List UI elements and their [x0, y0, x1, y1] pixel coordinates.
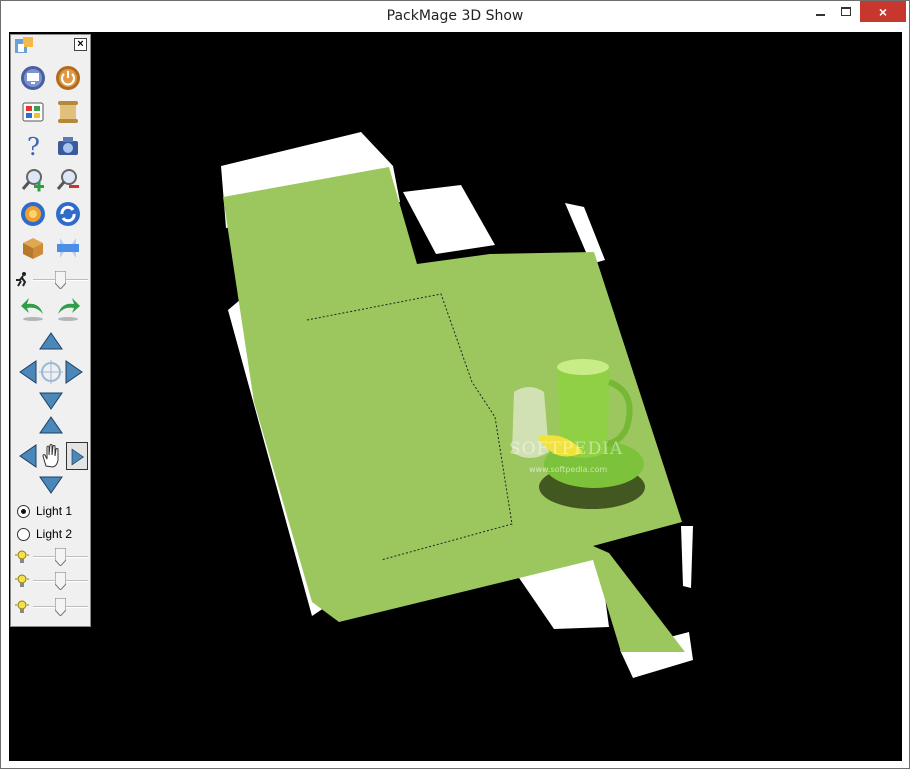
pan-right-icon [71, 448, 85, 466]
hand-tool-button[interactable] [37, 442, 65, 470]
runner-icon [16, 272, 27, 287]
hand-icon [42, 444, 59, 468]
app-window: PackMage 3D Show × SOFTPEDIA www.softped… [0, 0, 910, 769]
zoom-in-tool-button[interactable] [19, 166, 47, 194]
bulb-icon [15, 550, 29, 563]
help-tool-icon: ? [27, 133, 40, 161]
close-button[interactable]: × [860, 1, 906, 22]
bulb-icon [15, 574, 29, 587]
watermark-text: SOFTPEDIA [509, 439, 623, 459]
light-1-radio[interactable] [17, 504, 30, 518]
bulb-icon [15, 600, 29, 613]
power-tool-icon [56, 66, 80, 90]
palette-tool-button[interactable] [19, 98, 47, 126]
pan-up-button[interactable] [37, 413, 65, 441]
unfold-tool-button[interactable] [54, 234, 82, 262]
pan-down-icon [39, 476, 63, 494]
box-dieline-model[interactable]: SOFTPEDIA www.softpedia.com [9, 32, 902, 761]
scroll-tool-button[interactable] [54, 98, 82, 126]
fit-tool-icon [21, 202, 45, 226]
toolbox-close-button[interactable]: × [74, 38, 87, 51]
toolbox-panel[interactable]: × ? Light 1 Light 2 [10, 34, 91, 627]
minimize-button[interactable] [807, 1, 833, 22]
zoom-out-tool-icon [56, 169, 79, 190]
move-up-icon [39, 332, 63, 350]
unfold-tool-icon [57, 238, 79, 258]
palette-tool-icon [22, 102, 44, 122]
light-intensity-slider-1[interactable] [33, 547, 88, 567]
rotate-right-button[interactable] [54, 294, 82, 322]
speed-slider-thumb[interactable] [55, 271, 66, 289]
help-tool-button[interactable]: ? [19, 132, 47, 161]
window-title: PackMage 3D Show [386, 8, 524, 24]
camera-tool-button[interactable] [54, 132, 82, 160]
pan-right-button[interactable] [66, 442, 88, 470]
light-intensity-slider-3[interactable] [33, 597, 88, 617]
refresh-tool-icon [56, 202, 80, 226]
speed-slider[interactable] [33, 270, 88, 290]
svg-text:?: ? [27, 133, 40, 160]
maximize-button[interactable] [833, 1, 859, 22]
maximize-icon [841, 7, 851, 16]
move-down-button[interactable] [37, 385, 65, 413]
minimize-icon [815, 13, 825, 16]
pan-down-button[interactable] [37, 469, 65, 497]
move-right-button[interactable] [59, 358, 87, 386]
box-tool-button[interactable] [19, 234, 47, 262]
title-bar[interactable]: PackMage 3D Show × [1, 1, 909, 32]
move-right-icon [65, 360, 83, 384]
light-intensity-slider-2[interactable] [33, 571, 88, 591]
rotate-left-button[interactable] [19, 294, 47, 322]
zoom-in-tool-icon [21, 169, 44, 192]
top-right-flap [403, 185, 495, 254]
light-1-label: Light 1 [36, 504, 73, 518]
slider-thumb[interactable] [55, 598, 66, 616]
light-1-option[interactable]: Light 1 [17, 502, 72, 520]
display-tool-icon [21, 66, 45, 90]
scroll-tool-icon [58, 101, 78, 123]
fit-tool-button[interactable] [19, 200, 47, 228]
slider-thumb[interactable] [55, 548, 66, 566]
display-tool-button[interactable] [19, 64, 47, 92]
light-2-label: Light 2 [36, 527, 73, 541]
power-tool-button[interactable] [54, 64, 82, 92]
bottom-right-flap [681, 526, 693, 588]
zoom-out-tool-button[interactable] [54, 166, 82, 194]
app-logo-icon [15, 37, 33, 53]
move-up-button[interactable] [37, 329, 65, 357]
close-icon: × [878, 3, 888, 20]
light-2-radio[interactable] [17, 527, 30, 541]
toolbox-header[interactable]: × [11, 35, 90, 54]
watermark-url: www.softpedia.com [529, 465, 607, 474]
3d-viewport[interactable]: SOFTPEDIA www.softpedia.com [9, 32, 902, 761]
light-2-option[interactable]: Light 2 [17, 525, 72, 543]
slider-thumb[interactable] [55, 572, 66, 590]
move-down-icon [39, 392, 63, 410]
box-tool-icon [23, 238, 43, 259]
camera-tool-icon [58, 137, 78, 155]
pan-up-icon [39, 416, 63, 434]
rotate-left-icon [21, 298, 43, 321]
refresh-tool-button[interactable] [54, 200, 82, 228]
rotate-right-icon [58, 298, 80, 321]
